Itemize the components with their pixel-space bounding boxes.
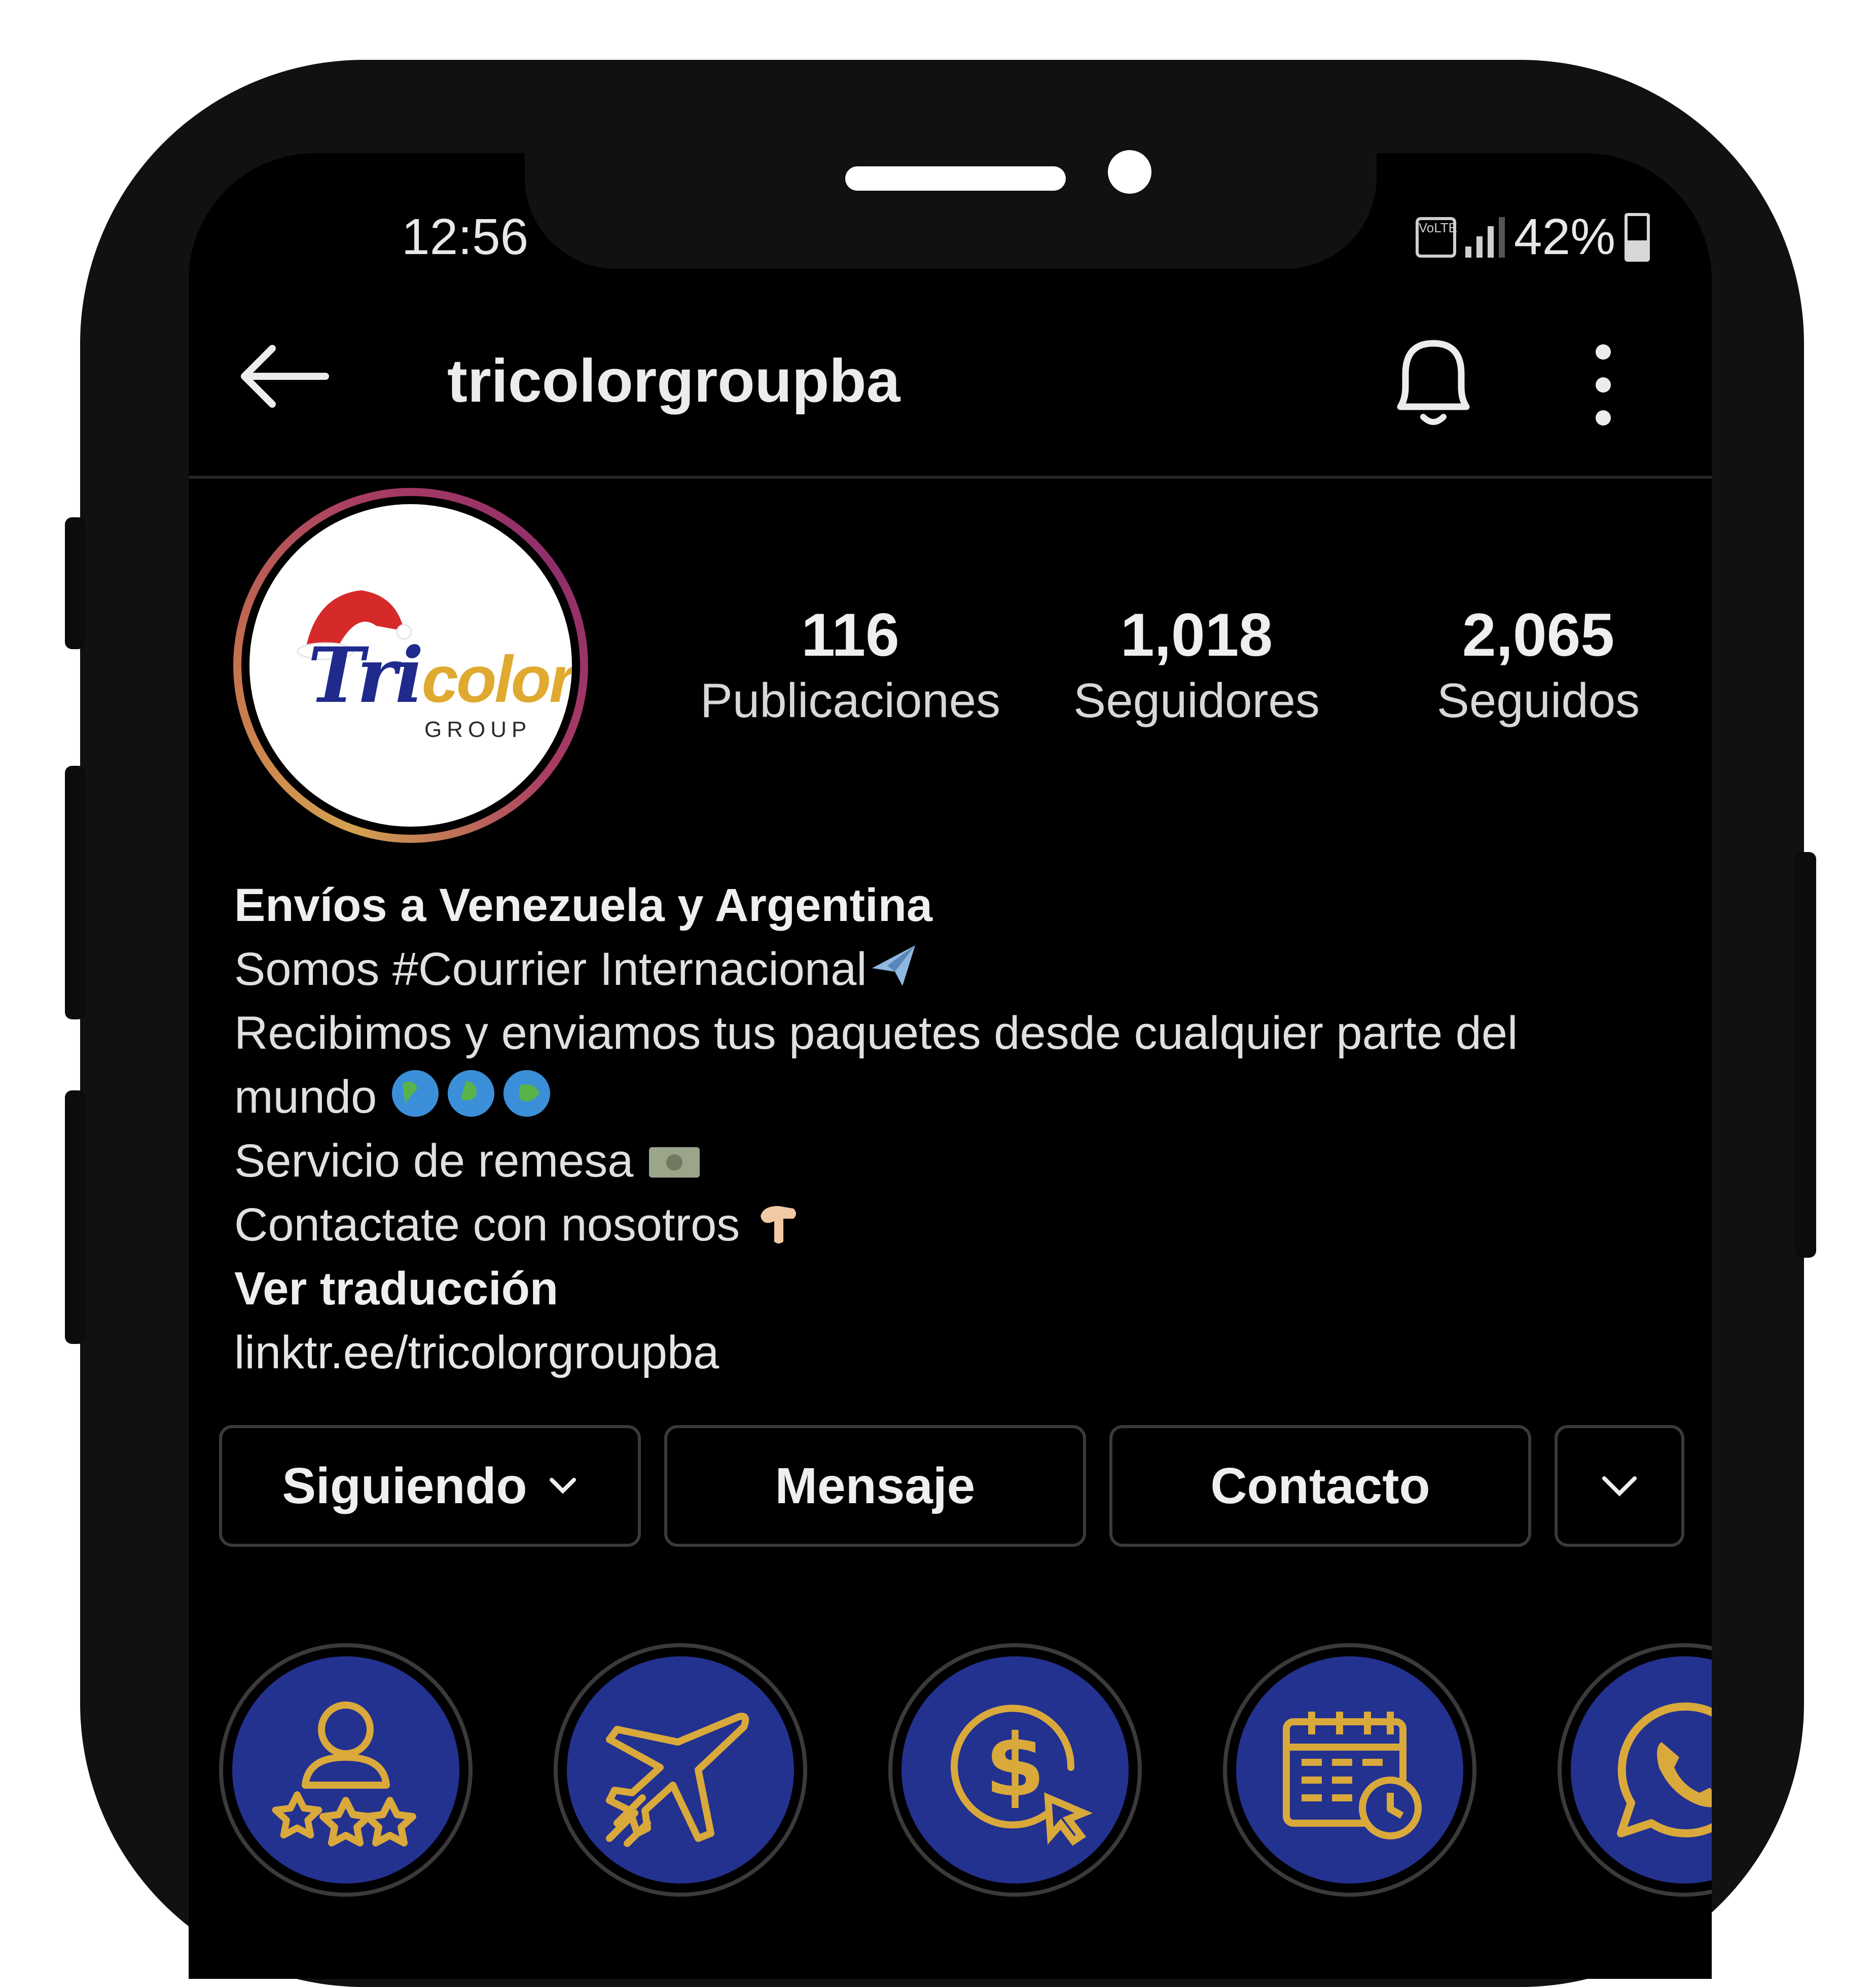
message-button[interactable]: Mensaje bbox=[664, 1425, 1086, 1547]
contact-label: Contacto bbox=[1210, 1457, 1430, 1514]
stat-followers[interactable]: 1,018 Seguidores bbox=[1039, 599, 1354, 731]
back-arrow-icon[interactable] bbox=[234, 341, 331, 412]
side-button-left-1 bbox=[65, 517, 85, 649]
bio-title: Envíos a Venezuela y Argentina bbox=[234, 879, 933, 931]
profile-bio: Envíos a Venezuela y Argentina Somos #Co… bbox=[234, 873, 1684, 1385]
stat-posts[interactable]: 116 Publicaciones bbox=[693, 599, 1007, 731]
volte-icon: VoLTE bbox=[1415, 217, 1457, 258]
bio-link[interactable]: linktr.ee/tricolorgroupba bbox=[234, 1321, 1684, 1385]
dollar-click-icon: $ bbox=[951, 1705, 1093, 1846]
svg-text:$: $ bbox=[985, 1716, 1045, 1816]
story-highlight[interactable] bbox=[554, 1643, 807, 1897]
battery-icon bbox=[1625, 212, 1650, 262]
profile-header: tricolorgroupba bbox=[189, 310, 1712, 473]
user-rating-icon bbox=[272, 1701, 416, 1847]
logo-tri-text: Tri bbox=[308, 631, 424, 720]
story-highlight[interactable]: $ bbox=[888, 1643, 1142, 1897]
logo-color-text: color bbox=[421, 642, 572, 716]
profile-username: tricolorgroupba bbox=[447, 347, 900, 415]
stat-following[interactable]: 2,065 Seguidos bbox=[1381, 599, 1695, 731]
bio-text: Servicio de remesa bbox=[234, 1135, 634, 1187]
whatsapp-icon bbox=[1617, 1702, 1712, 1837]
header-divider bbox=[189, 476, 1712, 479]
front-camera bbox=[1108, 150, 1151, 194]
side-button-left-2 bbox=[65, 766, 85, 1019]
following-label: Seguidos bbox=[1436, 673, 1640, 728]
calendar-clock-icon bbox=[1283, 1712, 1422, 1839]
bio-text: Recibimos y enviamos tus paquetes desde … bbox=[234, 1007, 1518, 1059]
avatar: Tricolor GROUP bbox=[249, 504, 572, 827]
story-highlight[interactable] bbox=[219, 1643, 473, 1897]
more-options-icon[interactable] bbox=[1588, 337, 1618, 433]
message-label: Mensaje bbox=[775, 1457, 976, 1514]
posts-label: Publicaciones bbox=[700, 673, 1001, 728]
following-label: Siguiendo bbox=[282, 1457, 527, 1514]
battery-percent: 42% bbox=[1513, 208, 1615, 265]
bio-line: mundo bbox=[234, 1065, 1684, 1129]
bio-text: Contactate con nosotros bbox=[234, 1199, 740, 1251]
posts-count: 116 bbox=[801, 601, 899, 669]
logo-wordmark: Tricolor bbox=[308, 631, 572, 720]
bell-icon[interactable] bbox=[1385, 331, 1482, 432]
following-count: 2,065 bbox=[1462, 601, 1615, 669]
bio-line: Contactate con nosotros bbox=[234, 1193, 1684, 1257]
bio-line: Somos #Courrier Internacional bbox=[234, 937, 1684, 1001]
airplane-emoji-icon bbox=[872, 945, 915, 986]
bio-line: Servicio de remesa bbox=[234, 1129, 1684, 1193]
status-icons: VoLTE 42% bbox=[1415, 208, 1650, 266]
speaker-grille bbox=[845, 166, 1066, 191]
bio-text: mundo bbox=[234, 1071, 377, 1123]
phone-screen: 12:56 VoLTE 42% tricolorgroupba Tricolor… bbox=[189, 153, 1712, 1979]
followers-label: Seguidores bbox=[1073, 673, 1320, 728]
story-highlight[interactable] bbox=[1223, 1643, 1476, 1897]
money-emoji-icon bbox=[649, 1147, 700, 1178]
side-button-right bbox=[1795, 852, 1816, 1258]
airplane-icon bbox=[606, 1713, 749, 1847]
story-ring[interactable]: Tricolor GROUP bbox=[233, 488, 588, 843]
status-time: 12:56 bbox=[402, 208, 529, 265]
followers-count: 1,018 bbox=[1120, 601, 1273, 669]
contact-button[interactable]: Contacto bbox=[1109, 1425, 1531, 1547]
logo-group-text: GROUP bbox=[424, 717, 532, 742]
following-button[interactable]: Siguiendo bbox=[219, 1425, 641, 1547]
bio-text: Somos #Courrier Internacional bbox=[234, 943, 867, 995]
pointing-down-emoji-icon bbox=[760, 1206, 796, 1244]
see-translation-link[interactable]: Ver traducción bbox=[234, 1257, 1684, 1321]
avatar-border: Tricolor GROUP bbox=[241, 496, 580, 835]
globe-emoji-icon bbox=[391, 1070, 550, 1117]
side-button-left-3 bbox=[65, 1090, 85, 1344]
chevron-down-icon bbox=[1602, 1476, 1637, 1497]
suggested-accounts-button[interactable] bbox=[1555, 1425, 1684, 1547]
story-highlight[interactable] bbox=[1558, 1643, 1712, 1897]
chevron-down-icon bbox=[549, 1478, 576, 1494]
signal-icon bbox=[1465, 217, 1505, 258]
